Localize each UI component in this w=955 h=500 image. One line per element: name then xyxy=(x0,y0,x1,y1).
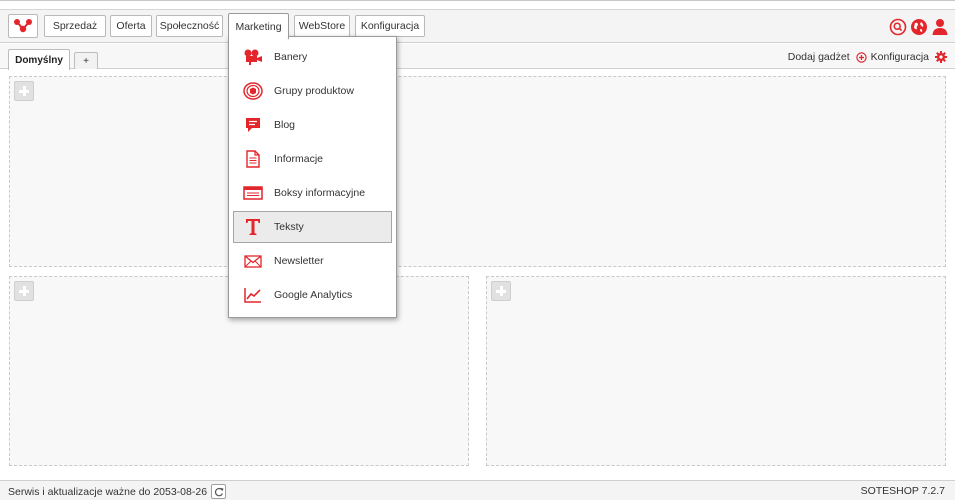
menu-item-informacje[interactable]: Informacje xyxy=(233,143,392,175)
nav-spolecznosc[interactable]: Społeczność xyxy=(156,15,223,37)
menu-item-blog[interactable]: Blog xyxy=(233,109,392,141)
nav-webstore[interactable]: WebStore xyxy=(294,15,350,37)
menu-item-grupy-produktow[interactable]: Grupy produktow xyxy=(233,75,392,107)
refresh-button[interactable] xyxy=(211,484,227,499)
configuration-link[interactable]: Konfiguracja xyxy=(871,51,929,63)
nav-marketing[interactable]: Marketing xyxy=(228,13,289,40)
home-logo-button[interactable] xyxy=(8,14,38,38)
footer-service-info: Serwis i aktualizacje ważne do 2053-08-2… xyxy=(8,484,227,499)
globe-icon[interactable] xyxy=(910,18,928,36)
document-icon xyxy=(242,149,264,169)
menu-item-newsletter[interactable]: Newsletter xyxy=(233,245,392,277)
gear-icon[interactable] xyxy=(935,51,947,63)
version-label: SOTESHOP 7.2.7 xyxy=(860,485,945,497)
menu-item-teksty[interactable]: Teksty xyxy=(233,211,392,243)
add-circle-icon[interactable] xyxy=(855,51,867,63)
menu-item-google-analytics[interactable]: Google Analytics xyxy=(233,279,392,311)
menu-item-banery[interactable]: Banery xyxy=(233,41,392,73)
dashboard-tab-row: Domyślny + Dodaj gadżet Konfiguracja xyxy=(0,44,955,70)
user-icon[interactable] xyxy=(931,18,949,36)
gadget-area-top xyxy=(9,76,946,267)
text-t-icon xyxy=(242,217,264,237)
nav-sprzedaz[interactable]: Sprzedaż xyxy=(44,15,106,37)
info-box-icon xyxy=(242,183,264,203)
menu-item-label: Boksy informacyjne xyxy=(274,187,366,199)
tab-domyslny[interactable]: Domyślny xyxy=(8,49,70,70)
marketing-dropdown-menu: Banery Grupy produktow Blog Informacje B… xyxy=(228,36,397,318)
molecule-logo-icon xyxy=(14,19,32,33)
app-window: Sprzedaż Oferta Społeczność Marketing We… xyxy=(0,0,955,500)
menu-item-label: Informacje xyxy=(274,153,324,165)
nav-oferta[interactable]: Oferta xyxy=(110,15,152,37)
menu-item-label: Grupy produktow xyxy=(274,85,354,97)
add-gadget-plus-icon[interactable] xyxy=(14,281,34,301)
menu-item-label: Banery xyxy=(274,51,308,63)
top-right-icons xyxy=(889,16,949,38)
product-group-icon xyxy=(242,81,264,101)
menu-item-label: Newsletter xyxy=(274,255,324,267)
menu-item-label: Google Analytics xyxy=(274,289,353,301)
menu-item-boksy-informacyjne[interactable]: Boksy informacyjne xyxy=(233,177,392,209)
status-footer: Serwis i aktualizacje ważne do 2053-08-2… xyxy=(0,480,955,500)
service-validity-text: Serwis i aktualizacje ważne do 2053-08-2… xyxy=(8,485,208,498)
film-camera-icon xyxy=(242,47,264,67)
gadget-area-bottom-right xyxy=(486,276,946,466)
menu-item-label: Teksty xyxy=(274,221,304,233)
refresh-icon xyxy=(214,487,224,496)
add-gadget-link[interactable]: Dodaj gadżet xyxy=(788,51,850,63)
tab-actions: Dodaj gadżet Konfiguracja xyxy=(788,49,947,65)
line-chart-icon xyxy=(242,285,264,305)
menu-item-label: Blog xyxy=(274,119,296,131)
search-icon[interactable] xyxy=(889,18,907,36)
add-gadget-plus-icon[interactable] xyxy=(14,81,34,101)
envelope-icon xyxy=(242,251,264,271)
add-gadget-plus-icon[interactable] xyxy=(491,281,511,301)
nav-konfiguracja[interactable]: Konfiguracja xyxy=(355,15,425,37)
top-navigation-bar: Sprzedaż Oferta Społeczność Marketing We… xyxy=(0,9,955,43)
chat-bubble-icon xyxy=(242,115,264,135)
add-tab-button[interactable]: + xyxy=(74,52,98,69)
